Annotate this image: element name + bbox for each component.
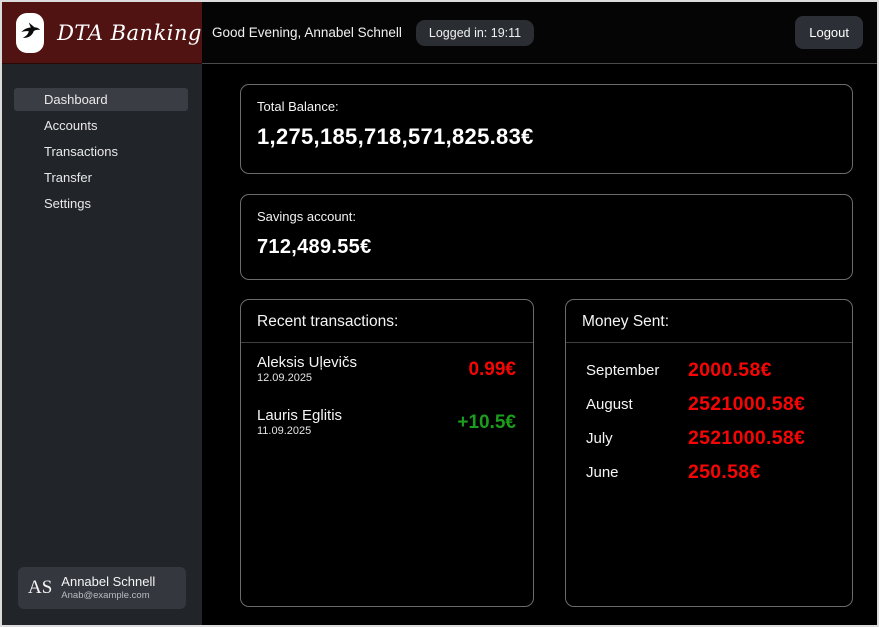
brand-area: DTA Banking xyxy=(2,2,202,64)
bird-icon xyxy=(19,19,41,46)
main-content: Total Balance: 1,275,185,718,571,825.83€… xyxy=(202,64,877,625)
transaction-date: 11.09.2025 xyxy=(257,425,342,439)
user-email: Anab@example.com xyxy=(61,590,155,601)
month-amount: 2521000.58€ xyxy=(688,393,805,416)
sidebar-item-settings[interactable]: Settings xyxy=(14,192,188,215)
savings-value: 712,489.55€ xyxy=(257,236,836,259)
total-balance-card: Total Balance: 1,275,185,718,571,825.83€ xyxy=(240,84,853,174)
money-sent-row: September 2000.58€ xyxy=(586,360,836,380)
month-amount: 2000.58€ xyxy=(688,359,772,382)
recent-transactions-panel: Recent transactions: Aleksis Uļevičs 12.… xyxy=(240,299,534,607)
sidebar-item-transactions[interactable]: Transactions xyxy=(14,140,188,163)
greeting-text: Good Evening, Annabel Schnell xyxy=(212,25,402,40)
logout-button[interactable]: Logout xyxy=(795,16,863,49)
sidebar-item-transfer[interactable]: Transfer xyxy=(14,166,188,189)
transaction-amount: 0.99€ xyxy=(468,359,516,381)
transaction-info: Aleksis Uļevičs 12.09.2025 xyxy=(257,354,357,386)
money-sent-row: August 2521000.58€ xyxy=(586,394,836,414)
month-label: July xyxy=(586,430,688,447)
user-profile-card[interactable]: AS Annabel Schnell Anab@example.com xyxy=(18,567,186,609)
transaction-row[interactable]: Aleksis Uļevičs 12.09.2025 0.99€ xyxy=(241,343,533,396)
money-sent-row: June 250.58€ xyxy=(586,462,836,482)
banking-app-window: DTA Banking Good Evening, Annabel Schnel… xyxy=(0,0,879,627)
month-amount: 250.58€ xyxy=(688,461,761,484)
transaction-date: 12.09.2025 xyxy=(257,372,357,386)
money-sent-title: Money Sent: xyxy=(566,300,852,343)
money-sent-rows: September 2000.58€ August 2521000.58€ Ju… xyxy=(566,343,852,482)
total-balance-label: Total Balance: xyxy=(257,99,836,114)
transaction-info: Lauris Eglitis 11.09.2025 xyxy=(257,407,342,439)
user-name: Annabel Schnell xyxy=(61,575,155,590)
month-label: June xyxy=(586,464,688,481)
user-info: Annabel Schnell Anab@example.com xyxy=(61,575,155,601)
app-body: Dashboard Accounts Transactions Transfer… xyxy=(2,64,877,625)
bottom-panels-row: Recent transactions: Aleksis Uļevičs 12.… xyxy=(240,299,853,607)
month-label: September xyxy=(586,362,688,379)
money-sent-row: July 2521000.58€ xyxy=(586,428,836,448)
total-balance-value: 1,275,185,718,571,825.83€ xyxy=(257,124,836,150)
savings-account-card: Savings account: 712,489.55€ xyxy=(240,194,853,280)
transaction-amount: +10.5€ xyxy=(457,412,516,434)
avatar-initials: AS xyxy=(28,577,52,599)
transaction-name: Aleksis Uļevičs xyxy=(257,354,357,372)
recent-transactions-title: Recent transactions: xyxy=(241,300,533,343)
sidebar: Dashboard Accounts Transactions Transfer… xyxy=(2,64,202,625)
month-amount: 2521000.58€ xyxy=(688,427,805,450)
sidebar-item-accounts[interactable]: Accounts xyxy=(14,114,188,137)
transaction-row[interactable]: Lauris Eglitis 11.09.2025 +10.5€ xyxy=(241,396,533,449)
bank-logo xyxy=(16,13,44,53)
login-time-badge: Logged in: 19:11 xyxy=(416,20,534,46)
transaction-name: Lauris Eglitis xyxy=(257,407,342,425)
brand-title: DTA Banking xyxy=(57,21,202,45)
month-label: August xyxy=(586,396,688,413)
sidebar-item-dashboard[interactable]: Dashboard xyxy=(14,88,188,111)
savings-label: Savings account: xyxy=(257,209,836,224)
money-sent-panel: Money Sent: September 2000.58€ August 25… xyxy=(565,299,853,607)
top-bar: Good Evening, Annabel Schnell Logged in:… xyxy=(202,2,877,64)
app-header: DTA Banking Good Evening, Annabel Schnel… xyxy=(2,2,877,64)
